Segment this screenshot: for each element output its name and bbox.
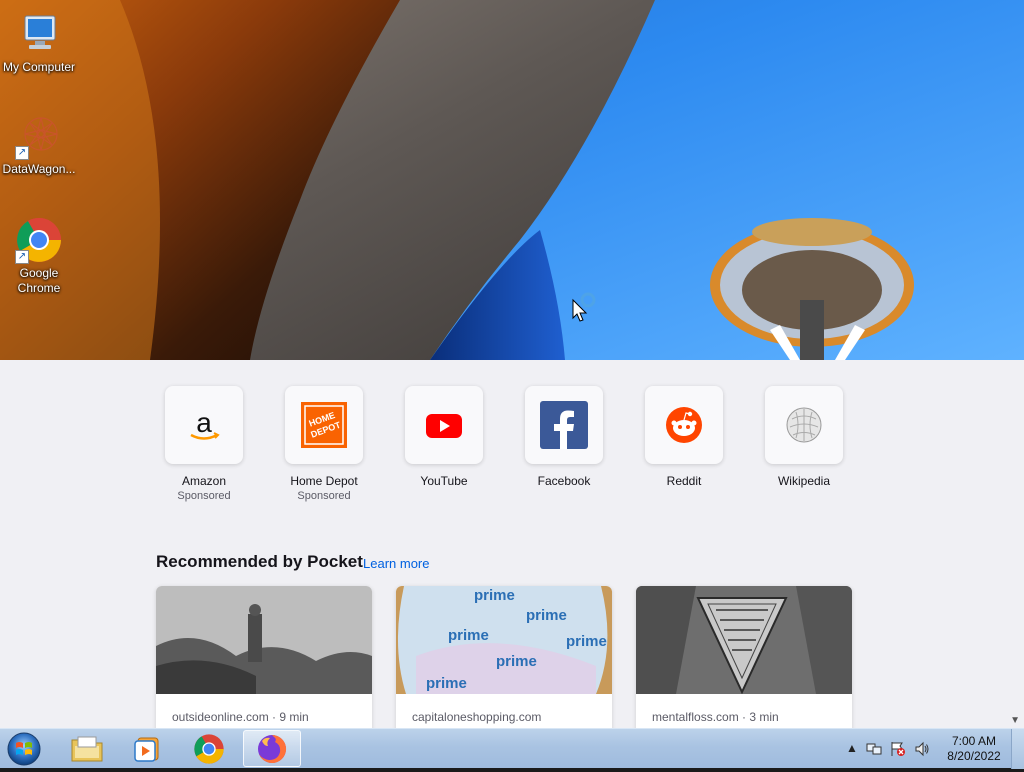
card-source: mentalfloss.com · 3 min bbox=[652, 710, 779, 724]
svg-text:prime: prime bbox=[474, 587, 515, 604]
folder-icon bbox=[71, 736, 103, 761]
card-thumbnail: prime prime prime prime prime prime bbox=[396, 586, 612, 694]
shortcut-arrow-icon: ↗ bbox=[15, 146, 29, 160]
svg-text:prime: prime bbox=[526, 607, 567, 624]
firefox-icon bbox=[258, 734, 287, 763]
start-button[interactable] bbox=[4, 731, 44, 767]
wikipedia-icon bbox=[765, 386, 843, 464]
pocket-heading: Recommended by Pocket bbox=[156, 552, 363, 571]
volume-icon[interactable] bbox=[914, 741, 930, 757]
computer-icon bbox=[15, 10, 63, 58]
taskbar-media-player[interactable] bbox=[118, 730, 176, 767]
datawagon-icon: ↗ bbox=[15, 112, 63, 160]
desktop-icon-label: My Computer bbox=[2, 60, 76, 74]
top-site-youtube[interactable]: YouTube bbox=[404, 386, 484, 488]
facebook-icon bbox=[525, 386, 603, 464]
svg-text:a: a bbox=[196, 407, 212, 438]
top-site-wikipedia[interactable]: Wikipedia bbox=[764, 386, 844, 488]
top-site-label: Facebook bbox=[537, 474, 591, 488]
scroll-down-arrow-icon[interactable]: ▼ bbox=[1010, 715, 1020, 726]
svg-text:prime: prime bbox=[448, 627, 489, 644]
home-depot-icon: HOME DEPOT bbox=[285, 386, 363, 464]
chrome-icon bbox=[194, 733, 224, 764]
action-center-flag-icon[interactable] bbox=[890, 741, 906, 757]
top-site-sponsored: Sponsored bbox=[297, 490, 351, 502]
network-icon[interactable] bbox=[866, 741, 882, 757]
taskbar-clock[interactable]: 7:00 AM 8/20/2022 bbox=[934, 734, 1014, 764]
svg-text:prime: prime bbox=[566, 633, 607, 650]
top-site-amazon[interactable]: a Amazon Sponsored bbox=[164, 386, 244, 502]
card-source: capitaloneshopping.com bbox=[412, 710, 542, 724]
top-site-home-depot[interactable]: HOME DEPOT Home Depot Sponsored bbox=[284, 386, 364, 502]
taskbar-firefox[interactable] bbox=[243, 730, 301, 767]
card-thumbnail bbox=[636, 586, 852, 694]
top-site-label: YouTube bbox=[420, 474, 468, 488]
top-site-facebook[interactable]: Facebook bbox=[524, 386, 604, 488]
show-hidden-icons-arrow-icon[interactable]: ▲ bbox=[844, 741, 860, 757]
top-site-label: Reddit bbox=[666, 474, 702, 488]
desktop-icon-label: DataWagon... bbox=[2, 162, 76, 176]
pocket-card[interactable]: mentalfloss.com · 3 min bbox=[636, 586, 852, 728]
media-player-icon bbox=[134, 737, 159, 762]
taskbar-windows-explorer[interactable] bbox=[58, 730, 116, 767]
pocket-card[interactable]: outsideonline.com · 9 min bbox=[156, 586, 372, 728]
top-site-label: Home Depot bbox=[290, 474, 358, 488]
desktop-icon-datawagon[interactable]: ↗ DataWagon... bbox=[0, 112, 78, 177]
firefox-new-tab-page: a Amazon Sponsored HOME DEPOT Home Depot… bbox=[0, 360, 1024, 728]
desktop-icon-google-chrome[interactable]: ↗ Google Chrome bbox=[0, 216, 78, 296]
chrome-icon: ↗ bbox=[15, 216, 63, 264]
top-site-label: Wikipedia bbox=[777, 474, 831, 488]
card-source: outsideonline.com · 9 min bbox=[172, 710, 309, 724]
taskbar-google-chrome[interactable] bbox=[180, 730, 238, 767]
desktop-icon-label: Google Chrome bbox=[17, 266, 61, 295]
shortcut-arrow-icon: ↗ bbox=[15, 250, 29, 264]
reddit-icon bbox=[645, 386, 723, 464]
top-site-reddit[interactable]: Reddit bbox=[644, 386, 724, 488]
clock-date: 8/20/2022 bbox=[947, 749, 1001, 763]
top-site-sponsored: Sponsored bbox=[177, 490, 231, 502]
desktop-wallpaper bbox=[0, 0, 1024, 360]
show-desktop-button[interactable] bbox=[1011, 729, 1024, 769]
youtube-icon bbox=[405, 386, 483, 464]
taskbar: ▲ 7:00 AM 8/20/2022 bbox=[0, 728, 1024, 769]
card-thumbnail bbox=[156, 586, 372, 694]
top-site-label: Amazon bbox=[181, 474, 227, 488]
clock-time: 7:00 AM bbox=[951, 734, 997, 748]
desktop-icon-my-computer[interactable]: My Computer bbox=[0, 10, 78, 75]
svg-text:prime: prime bbox=[426, 675, 467, 692]
pocket-learn-more-link[interactable]: Learn more bbox=[363, 556, 429, 571]
pocket-card[interactable]: prime prime prime prime prime prime capi… bbox=[396, 586, 612, 728]
amazon-icon: a bbox=[165, 386, 243, 464]
svg-text:prime: prime bbox=[496, 653, 537, 670]
